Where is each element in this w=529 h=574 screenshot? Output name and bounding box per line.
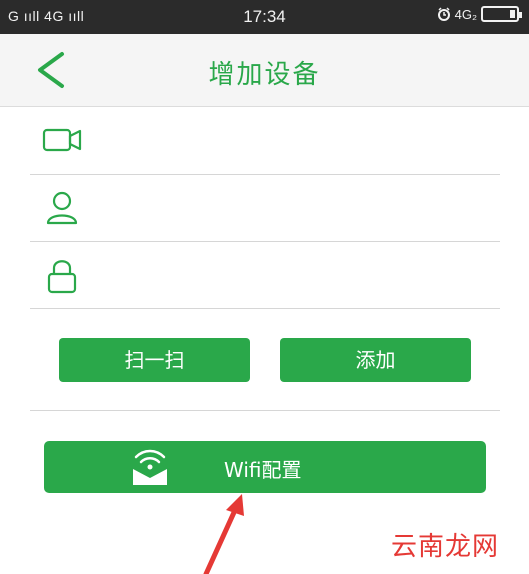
page-title: 增加设备 bbox=[208, 60, 321, 90]
device-id-field[interactable]: ██████ bbox=[130, 126, 260, 156]
password-field[interactable]: ███ bbox=[130, 260, 188, 290]
battery-icon bbox=[481, 6, 522, 22]
alarm-icon bbox=[437, 7, 450, 21]
app-header: 增加设备 bbox=[0, 34, 529, 107]
user-icon bbox=[46, 191, 78, 225]
username-row: ████ bbox=[30, 175, 500, 242]
status-bar: G ııll 4G ııll 17:34 4G₂ bbox=[0, 0, 529, 34]
wifi-config-label: Wifi配置 bbox=[224, 458, 302, 482]
username-field[interactable]: ████ bbox=[130, 193, 205, 223]
lock-icon bbox=[47, 260, 77, 294]
password-row: ███ bbox=[30, 242, 500, 309]
scan-button[interactable]: 扫一扫 bbox=[59, 338, 250, 382]
wifi-envelope-icon bbox=[133, 449, 167, 485]
device-id-row: ██████ bbox=[30, 108, 500, 175]
network-indicator: 4G₂ bbox=[454, 6, 477, 22]
annotation-arrow-icon bbox=[203, 494, 244, 574]
watermark-logo: 云南龙网 bbox=[390, 532, 499, 562]
wifi-config-button[interactable]: Wifi配置 bbox=[44, 441, 486, 493]
add-button[interactable]: 添加 bbox=[280, 338, 471, 382]
section-divider bbox=[30, 410, 500, 411]
camera-icon bbox=[42, 128, 82, 152]
status-right: 4G₂ bbox=[437, 6, 522, 22]
